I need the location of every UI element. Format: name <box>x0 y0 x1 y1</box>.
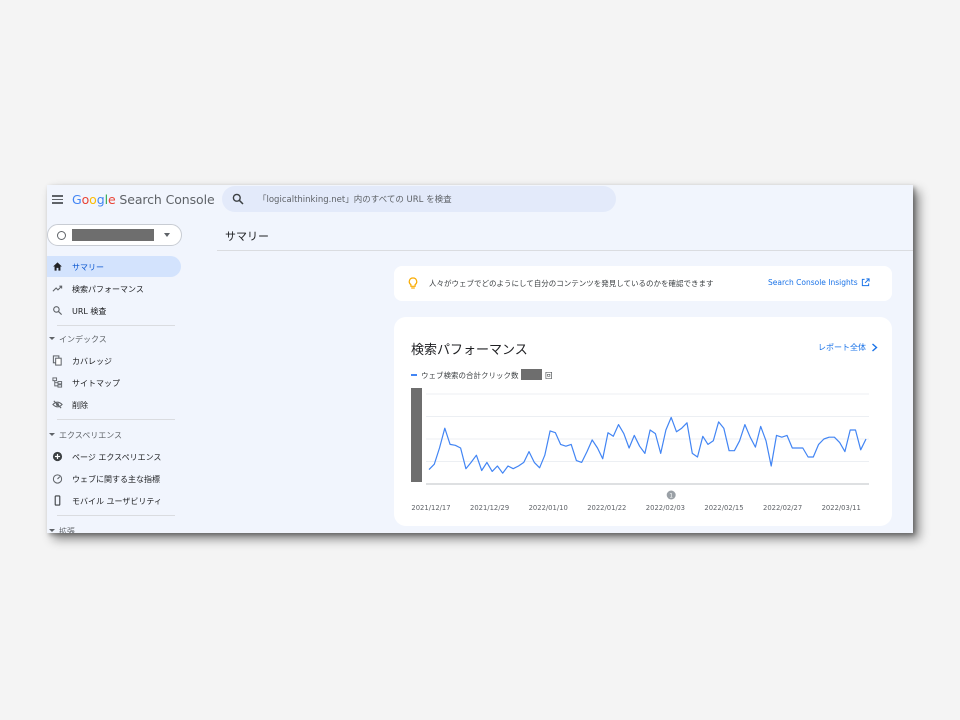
sidebar-item-performance[interactable]: 検索パフォーマンス <box>47 278 181 299</box>
url-inspect-search-bar[interactable]: 「logicalthinking.net」内のすべての URL を検査 <box>222 186 616 212</box>
chevron-right-icon[interactable] <box>871 343 878 352</box>
y-axis-labels-redacted <box>411 388 422 482</box>
add-circle-icon <box>52 451 63 462</box>
sidebar-item-mobile-usability[interactable]: モバイル ユーザビリティ <box>47 490 181 511</box>
visibility-off-icon <box>52 400 63 409</box>
x-tick-label: 2022/02/03 <box>646 504 685 512</box>
sitemap-icon <box>52 377 63 388</box>
insights-banner: 人々がウェブでどのようにして自分のコンテンツを発見しているのかを確認できます S… <box>394 266 892 301</box>
sidebar-divider <box>57 515 175 516</box>
sidebar-item-label: ページ エクスペリエンス <box>72 453 162 462</box>
sidebar-section-label: インデックス <box>59 335 107 344</box>
sidebar-item-core-web-vitals[interactable]: ウェブに関する主な指標 <box>47 468 181 489</box>
performance-card: 検索パフォーマンス レポート全体 ウェブ検索の合計クリック数 回 2021/12… <box>394 317 892 526</box>
sidebar-section-label: 拡張 <box>59 527 75 533</box>
sidebar-item-label: モバイル ユーザビリティ <box>72 497 162 506</box>
sidebar-item-label: カバレッジ <box>72 357 112 366</box>
sidebar-section-index[interactable]: インデックス <box>47 332 181 346</box>
sidebar-item-url-inspection[interactable]: URL 検査 <box>47 300 181 321</box>
legend-swatch <box>411 374 417 376</box>
smartphone-icon <box>54 495 61 506</box>
x-tick-label: 2021/12/17 <box>411 504 450 512</box>
search-icon <box>53 306 63 316</box>
product-logo[interactable]: Google Search Console <box>72 192 215 207</box>
file-copy-icon <box>52 355 62 366</box>
x-tick-label: 2022/03/11 <box>822 504 861 512</box>
total-clicks-redacted <box>521 369 542 380</box>
annotation-label: 1 <box>669 493 673 500</box>
sidebar-item-label: 削除 <box>72 401 88 410</box>
logo-letter: o <box>89 192 97 207</box>
logo-letter: g <box>96 192 105 207</box>
sidebar-item-page-experience[interactable]: ページ エクスペリエンス <box>47 446 181 467</box>
sidebar-nav: サマリー 検索パフォーマンス URL 検査 インデックス カバレッジ サイトマッ… <box>47 215 187 533</box>
sidebar-section-label: エクスペリエンス <box>59 431 123 440</box>
main-content: サマリー 人々がウェブでどのようにして自分のコンテンツを発見しているのかを確認で… <box>187 215 913 533</box>
x-tick-label: 2022/01/22 <box>587 504 626 512</box>
clicks-line-chart[interactable]: 2021/12/17 2021/12/29 2022/01/10 2022/01/22… <box>411 386 881 516</box>
sidebar-item-sitemaps[interactable]: サイトマップ <box>47 372 181 393</box>
sidebar-section-enhancements[interactable]: 拡張 <box>47 524 181 533</box>
search-console-window: Google Search Console 「logicalthinking.n… <box>47 185 913 533</box>
app-header: Google Search Console 「logicalthinking.n… <box>47 185 913 215</box>
sidebar-item-label: サイトマップ <box>72 379 120 388</box>
sidebar-divider <box>57 325 175 326</box>
expand-arrow-icon <box>49 529 55 532</box>
insights-text: 人々がウェブでどのようにして自分のコンテンツを発見しているのかを確認できます <box>429 279 714 288</box>
title-divider <box>217 250 913 251</box>
property-selector[interactable] <box>47 224 182 246</box>
speed-gauge-icon <box>52 474 63 484</box>
open-in-new-icon[interactable] <box>861 278 870 287</box>
sidebar-section-experience[interactable]: エクスペリエンス <box>47 428 181 442</box>
x-tick-label: 2022/02/15 <box>704 504 743 512</box>
full-report-link[interactable]: レポート全体 <box>818 342 866 353</box>
legend-label: ウェブ検索の合計クリック数 <box>421 371 519 380</box>
sidebar-item-coverage[interactable]: カバレッジ <box>47 350 181 371</box>
search-console-insights-link[interactable]: Search Console Insights <box>768 278 858 287</box>
x-tick-label: 2021/12/29 <box>470 504 509 512</box>
sidebar-item-label: URL 検査 <box>72 307 107 316</box>
logo-product-name: Search Console <box>115 192 215 207</box>
expand-arrow-icon <box>49 337 55 340</box>
sidebar-item-label: サマリー <box>72 263 104 272</box>
caret-down-icon <box>164 233 170 237</box>
trending-up-icon <box>52 285 63 292</box>
x-tick-label: 2022/01/10 <box>529 504 568 512</box>
sidebar-item-removals[interactable]: 削除 <box>47 394 181 415</box>
home-icon <box>53 262 62 271</box>
logo-letter: e <box>107 192 116 207</box>
clicks-series-line <box>428 416 867 474</box>
sidebar-item-summary[interactable]: サマリー <box>47 256 181 277</box>
search-placeholder: 「logicalthinking.net」内のすべての URL を検査 <box>258 195 452 205</box>
property-name-redacted <box>72 229 154 241</box>
expand-arrow-icon <box>49 433 55 436</box>
page-title: サマリー <box>225 230 269 243</box>
lightbulb-icon <box>408 277 418 289</box>
search-icon <box>232 193 244 205</box>
x-tick-label: 2022/02/27 <box>763 504 802 512</box>
hamburger-menu-icon[interactable] <box>52 195 63 204</box>
legend-unit: 回 <box>545 371 553 380</box>
sidebar-item-label: 検索パフォーマンス <box>72 285 144 294</box>
logo-letter: G <box>72 192 82 207</box>
sidebar-item-label: ウェブに関する主な指標 <box>72 475 160 484</box>
sidebar-divider <box>57 419 175 420</box>
globe-icon <box>57 231 66 240</box>
performance-card-title: 検索パフォーマンス <box>411 343 528 358</box>
